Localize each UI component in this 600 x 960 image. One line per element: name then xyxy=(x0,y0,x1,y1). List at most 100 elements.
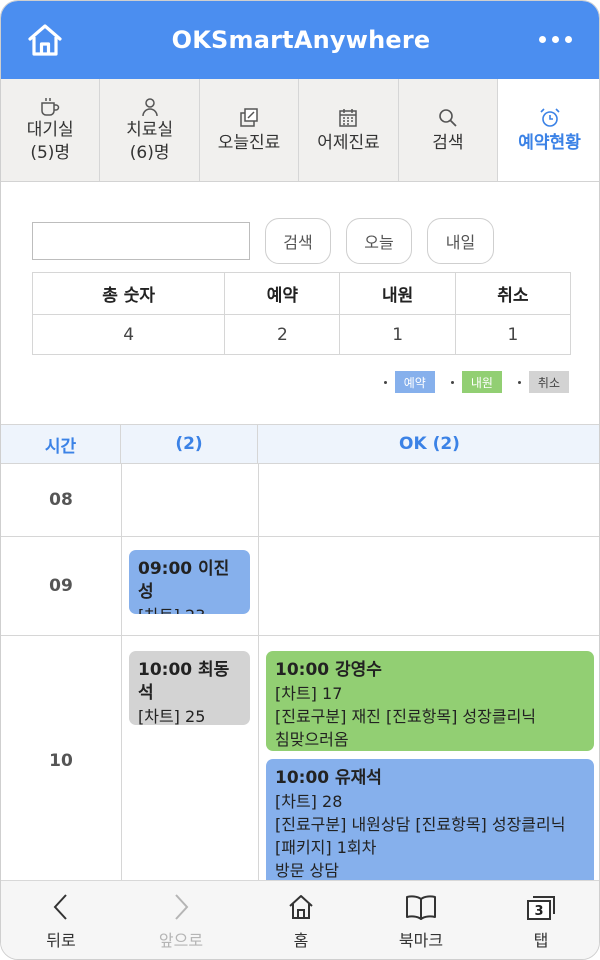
more-dot-icon xyxy=(539,35,546,43)
tabs-button[interactable]: 3 탭 xyxy=(481,881,599,959)
appointment-detail: [차트] 28 xyxy=(275,792,343,811)
legend-item-reserved: 예약 xyxy=(383,371,435,393)
status-legend: 예약 내원 취소 xyxy=(383,371,569,393)
today-button[interactable]: 오늘 xyxy=(346,218,412,264)
legend-badge-reserved: 예약 xyxy=(394,371,435,393)
tab-label: 치료실 xyxy=(126,120,174,140)
bookmark-label: 북마크 xyxy=(398,931,444,950)
schedule-header-time: 시간 xyxy=(1,425,121,463)
tab-count: (5)명 xyxy=(30,143,71,163)
back-label: 뒤로 xyxy=(46,931,76,950)
forward-label: 앞으로 xyxy=(158,931,204,950)
bullet-icon xyxy=(383,380,387,384)
summary-reserved: 2 xyxy=(224,314,341,355)
person-icon xyxy=(140,95,160,119)
tab-search[interactable]: 검색 xyxy=(398,79,499,181)
tab-label: 어제진료 xyxy=(317,132,380,153)
appointment-detail: [진료구분] 재진 [진료항목] 성장클리닉 xyxy=(275,707,537,726)
header-home-button[interactable] xyxy=(25,21,65,59)
hour-label: 09 xyxy=(49,576,73,596)
more-menu-button[interactable] xyxy=(539,31,575,47)
tabs-count: 3 xyxy=(534,904,544,919)
tab-treatment-room[interactable]: 치료실 (6)명 xyxy=(100,79,200,181)
more-dot-icon xyxy=(565,35,572,43)
alarm-icon xyxy=(539,106,561,130)
summary-header-row: 총 숫자 예약 내원 취소 xyxy=(31,272,572,315)
summary-cancelled: 1 xyxy=(454,314,572,355)
search-button[interactable]: 검색 xyxy=(265,218,331,264)
tabs-icon: 3 xyxy=(525,891,557,923)
summary-header-cancelled: 취소 xyxy=(454,272,572,315)
bullet-icon xyxy=(517,380,521,384)
legend-item-cancelled: 취소 xyxy=(517,371,569,393)
column-divider xyxy=(121,464,122,536)
summary-header-visited: 내원 xyxy=(339,272,456,315)
appointment-detail: [패키지] 1회차 xyxy=(275,838,377,857)
tab-yesterday[interactable]: 어제진료 xyxy=(299,79,399,181)
search-icon xyxy=(438,106,458,130)
tab-label: 예약현황 xyxy=(518,132,581,153)
book-icon xyxy=(405,891,437,923)
appointment-detail: 침맞으러옴 xyxy=(275,730,349,749)
schedule-row: 09 09:00 이진성 [차트] 23 xyxy=(1,537,599,636)
tab-waiting-room[interactable]: 대기실 (5)명 xyxy=(1,79,101,181)
app-header: OKSmartAnywhere xyxy=(1,1,599,79)
chevron-right-icon xyxy=(171,891,191,923)
bullet-icon xyxy=(450,380,454,384)
home-icon xyxy=(28,24,62,56)
column-divider xyxy=(258,636,259,881)
more-dot-icon xyxy=(552,35,559,43)
appointment-title: 09:00 이진성 xyxy=(138,559,230,602)
appointment-detail: [차트] 25 xyxy=(138,707,206,725)
summary-total: 4 xyxy=(31,314,226,355)
appointment-detail: [진료구분] 내원상담 [진료항목] 성장클리닉 xyxy=(275,815,566,834)
appointment-detail: 방문 상담 xyxy=(275,861,339,880)
home-label: 홈 xyxy=(293,931,309,950)
appointment-card[interactable]: 10:00 강영수 [차트] 17 [진료구분] 재진 [진료항목] 성장클리닉… xyxy=(266,651,594,751)
appointment-detail: [차트] 17 xyxy=(275,684,343,703)
search-input[interactable] xyxy=(32,222,250,260)
appointment-detail: [차트] 23 xyxy=(138,604,241,614)
schedule-row: 08 xyxy=(1,464,599,537)
legend-badge-cancelled: 취소 xyxy=(528,371,569,393)
appointment-card[interactable]: 10:00 유재석 [차트] 28 [진료구분] 내원상담 [진료항목] 성장클… xyxy=(266,759,594,889)
column-divider xyxy=(258,537,259,635)
tabs-label: 탭 xyxy=(533,931,549,950)
appointment-title: 10:00 최동석 xyxy=(138,660,230,703)
schedule-header: 시간 (2) OK (2) xyxy=(1,424,599,464)
bookmark-button[interactable]: 북마크 xyxy=(361,881,481,959)
bottom-nav: 뒤로 앞으로 홈 북마크 3 탭 xyxy=(1,880,599,959)
summary-table: 총 숫자 예약 내원 취소 4 2 1 1 xyxy=(31,272,572,355)
summary-value-row: 4 2 1 1 xyxy=(31,314,572,355)
cup-icon xyxy=(39,95,61,119)
column-divider xyxy=(121,537,122,635)
summary-header-reserved: 예약 xyxy=(224,272,341,315)
tomorrow-button[interactable]: 내일 xyxy=(427,218,494,264)
schedule-header-column-ok: OK (2) xyxy=(399,434,460,454)
legend-badge-visited: 내원 xyxy=(461,371,502,393)
calendar-icon xyxy=(338,106,358,130)
summary-header-total: 총 숫자 xyxy=(31,272,226,315)
home-icon xyxy=(287,891,315,923)
tab-count: (6)명 xyxy=(129,143,170,163)
schedule-header-column-1: (2) xyxy=(121,425,258,463)
tab-label: 대기실 xyxy=(26,120,74,140)
forward-button[interactable]: 앞으로 xyxy=(121,881,241,959)
home-nav-button[interactable]: 홈 xyxy=(241,881,361,959)
column-divider xyxy=(121,636,122,881)
tab-reservations[interactable]: 예약현황 xyxy=(498,79,599,181)
appointment-card[interactable]: 10:00 최동석 [차트] 25 xyxy=(129,651,250,725)
appointment-title: 10:00 유재석 xyxy=(275,768,382,788)
back-button[interactable]: 뒤로 xyxy=(1,881,121,959)
schedule-row: 10 10:00 최동석 [차트] 25 10:00 강영수 [차트] 17 [… xyxy=(1,636,599,889)
app-frame: OKSmartAnywhere 대기실 (5)명 치료실 (6)명 오늘진료 어… xyxy=(0,0,600,960)
tab-label: 검색 xyxy=(432,132,464,153)
search-row: 검색 오늘 내일 xyxy=(32,218,572,264)
tab-today[interactable]: 오늘진료 xyxy=(199,79,300,181)
main-tabs: 대기실 (5)명 치료실 (6)명 오늘진료 어제진료 검색 예약현황 xyxy=(1,79,599,182)
hour-label: 08 xyxy=(49,490,73,510)
tab-label: 오늘진료 xyxy=(217,132,281,153)
appointment-title: 10:00 강영수 xyxy=(275,660,382,680)
appointment-card[interactable]: 09:00 이진성 [차트] 23 xyxy=(129,550,250,614)
chevron-left-icon xyxy=(51,891,71,923)
